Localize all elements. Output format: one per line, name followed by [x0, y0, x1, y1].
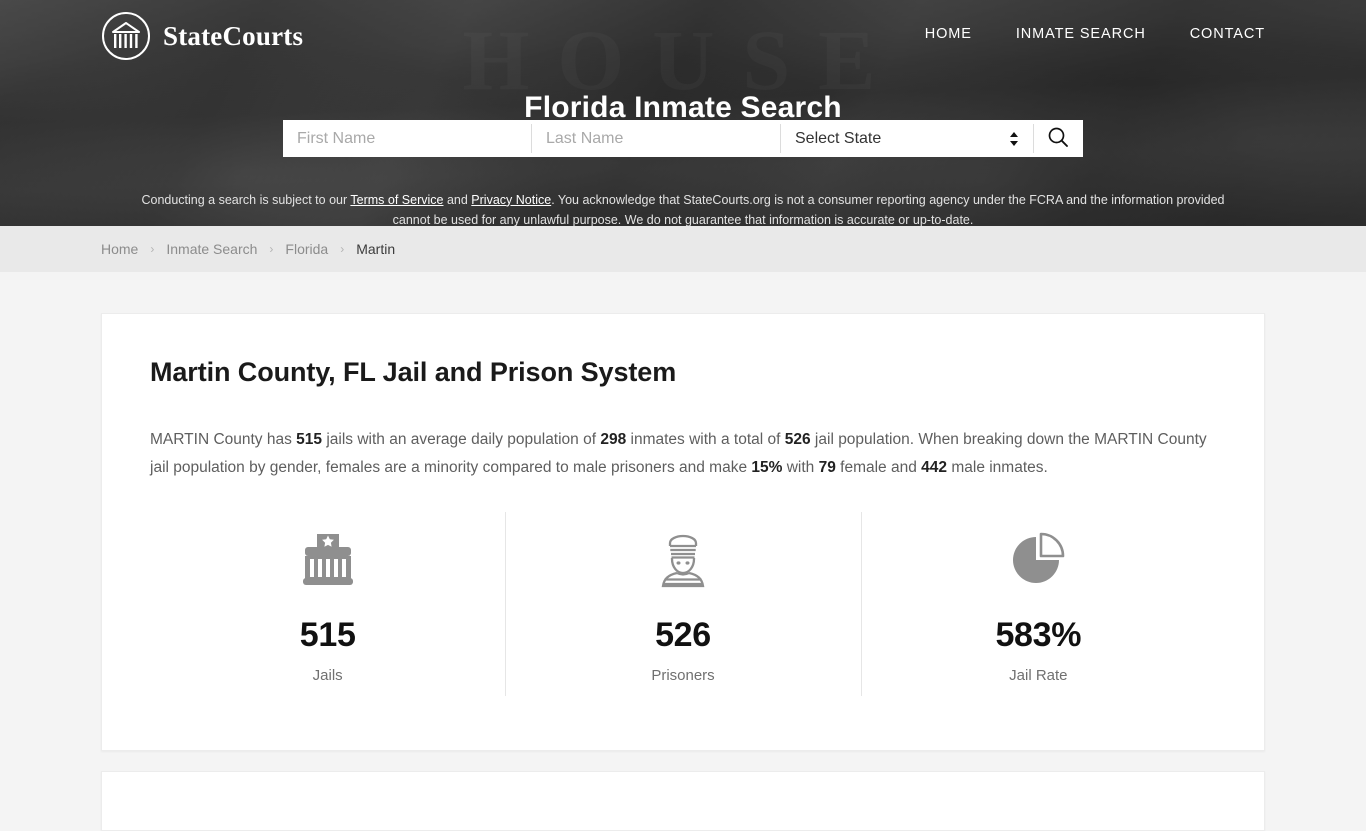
stat-jails-label: Jails: [312, 667, 343, 684]
county-stats-row: 515 Jails 526 Prisoners 583% Jail Rate: [150, 504, 1216, 702]
privacy-notice-link[interactable]: Privacy Notice: [471, 193, 551, 207]
stat-prisoners-value: 526: [655, 616, 711, 654]
search-disclaimer: Conducting a search is subject to our Te…: [133, 190, 1233, 227]
summary-jails-count: 515: [296, 431, 323, 448]
brand-logo-link[interactable]: StateCourts: [101, 11, 303, 61]
jail-building-icon: [150, 524, 505, 596]
main-navigation: HOME INMATE SEARCH CONTACT: [925, 26, 1265, 42]
county-heading: Martin County, FL Jail and Prison System: [150, 357, 677, 387]
stat-jail-rate-label: Jail Rate: [1009, 667, 1068, 684]
next-section-card: [101, 771, 1265, 831]
summary-female-percent: 15%: [751, 459, 783, 476]
summary-text-7: male inmates.: [947, 459, 1048, 476]
county-overview-card: Martin County, FL Jail and Prison System…: [101, 313, 1265, 751]
stat-jail-rate-value: 583%: [995, 616, 1082, 654]
summary-text-2: jails with an average daily population o…: [322, 431, 601, 448]
courthouse-circle-logo-icon: [101, 11, 151, 61]
breadcrumb-item-inmate-search[interactable]: Inmate Search: [166, 241, 257, 257]
stat-prisoners: 526 Prisoners: [505, 504, 860, 702]
breadcrumb-separator-icon: ›: [269, 242, 274, 256]
disclaimer-text-2: and: [443, 192, 472, 207]
main-content: Martin County, FL Jail and Prison System…: [0, 272, 1366, 831]
summary-text-6: female and: [835, 459, 922, 476]
nav-item-contact[interactable]: CONTACT: [1190, 26, 1265, 42]
nav-item-home[interactable]: HOME: [925, 26, 972, 42]
breadcrumb-item-martin: Martin: [356, 241, 396, 257]
search-submit-button[interactable]: [1034, 120, 1082, 157]
state-select-wrapper: Select State: [781, 120, 1033, 157]
summary-text-1: MARTIN County has: [150, 431, 297, 448]
summary-female-count: 79: [818, 459, 836, 476]
nav-item-inmate-search[interactable]: INMATE SEARCH: [1016, 26, 1146, 42]
county-summary-paragraph: MARTIN County has 515 jails with an aver…: [150, 426, 1216, 482]
magnifier-icon: [1046, 125, 1070, 152]
summary-male-count: 442: [921, 459, 948, 476]
terms-of-service-link[interactable]: Terms of Service: [350, 193, 443, 207]
breadcrumb-item-home[interactable]: Home: [101, 241, 138, 257]
pie-chart-icon: [861, 524, 1216, 596]
inmate-search-bar: Select State: [283, 120, 1083, 157]
stat-prisoners-label: Prisoners: [651, 667, 715, 684]
summary-total-population: 526: [784, 431, 811, 448]
summary-text-3: inmates with a total of: [626, 431, 785, 448]
brand-name: StateCourts: [163, 20, 304, 51]
disclaimer-text-1: Conducting a search is subject to our: [141, 192, 351, 207]
site-header: HOUSE StateCourts HOME INMATE SEARCH CON…: [0, 0, 1366, 226]
stat-jail-rate: 583% Jail Rate: [860, 504, 1216, 702]
summary-daily-population: 298: [600, 431, 627, 448]
prisoner-icon: [505, 524, 860, 596]
state-select[interactable]: Select State: [781, 120, 1033, 157]
summary-text-5: with: [782, 459, 819, 476]
first-name-input[interactable]: [283, 120, 531, 157]
breadcrumb-separator-icon: ›: [150, 242, 155, 256]
breadcrumb-item-florida[interactable]: Florida: [285, 241, 328, 257]
last-name-input[interactable]: [532, 120, 780, 157]
stat-jails-value: 515: [299, 616, 356, 654]
breadcrumb: Home › Inmate Search › Florida › Martin: [0, 226, 1366, 272]
stat-jails: 515 Jails: [150, 504, 505, 702]
breadcrumb-separator-icon: ›: [340, 242, 345, 256]
